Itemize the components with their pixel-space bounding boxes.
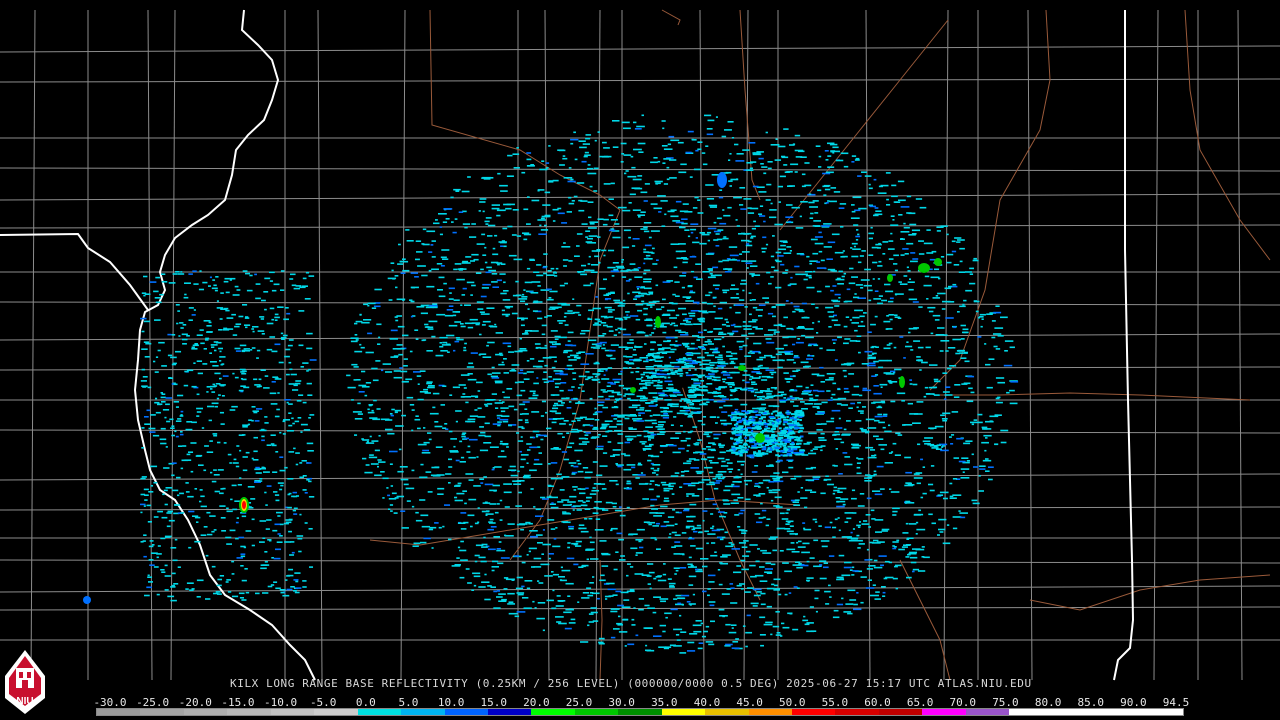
colorbar-segment bbox=[183, 709, 228, 715]
colorbar-segment bbox=[1009, 709, 1053, 715]
colorbar-segment bbox=[140, 709, 184, 715]
storm-cells bbox=[83, 172, 942, 604]
radar-site-marker bbox=[673, 377, 685, 389]
colorbar-segment bbox=[835, 709, 879, 715]
colorbar-segment bbox=[792, 709, 836, 715]
colorbar-segment bbox=[444, 709, 488, 715]
colorbar-segment bbox=[1052, 709, 1097, 715]
colorbar-segment bbox=[748, 709, 792, 715]
legend-tick-labels: -30.0 -25.0 -20.0 -15.0 -10.0 -5.0 0.0 5.0 10.0 1… bbox=[0, 696, 1280, 709]
colorbar-segment bbox=[270, 709, 315, 715]
colorbar-segment bbox=[878, 709, 923, 715]
colorbar-segment bbox=[661, 709, 706, 715]
interstate-highways bbox=[369, 9, 1271, 681]
colorbar-segment bbox=[922, 709, 966, 715]
county-boundaries bbox=[0, 9, 1280, 681]
colorbar-segment bbox=[618, 709, 662, 715]
colorbar-segment bbox=[357, 709, 402, 715]
niu-tower-logo-icon: NIU bbox=[5, 650, 45, 714]
product-caption: KILX LONG RANGE BASE REFLECTIVITY (0.25K… bbox=[230, 677, 1032, 690]
colorbar-segment bbox=[97, 709, 141, 715]
colorbar-segment bbox=[574, 709, 619, 715]
colorbar-segment bbox=[401, 709, 445, 715]
radar-map bbox=[0, 9, 1280, 681]
colorbar-segment bbox=[1139, 709, 1183, 715]
colorbar-segment bbox=[531, 709, 575, 715]
colorbar-segment bbox=[1096, 709, 1140, 715]
reflectivity-colorbar bbox=[96, 708, 1184, 716]
logo-text: NIU bbox=[16, 696, 33, 707]
colorbar-segment bbox=[487, 709, 532, 715]
colorbar-segment bbox=[965, 709, 1010, 715]
colorbar-segment bbox=[227, 709, 271, 715]
colorbar-segment bbox=[705, 709, 749, 715]
colorbar-segment bbox=[314, 709, 358, 715]
